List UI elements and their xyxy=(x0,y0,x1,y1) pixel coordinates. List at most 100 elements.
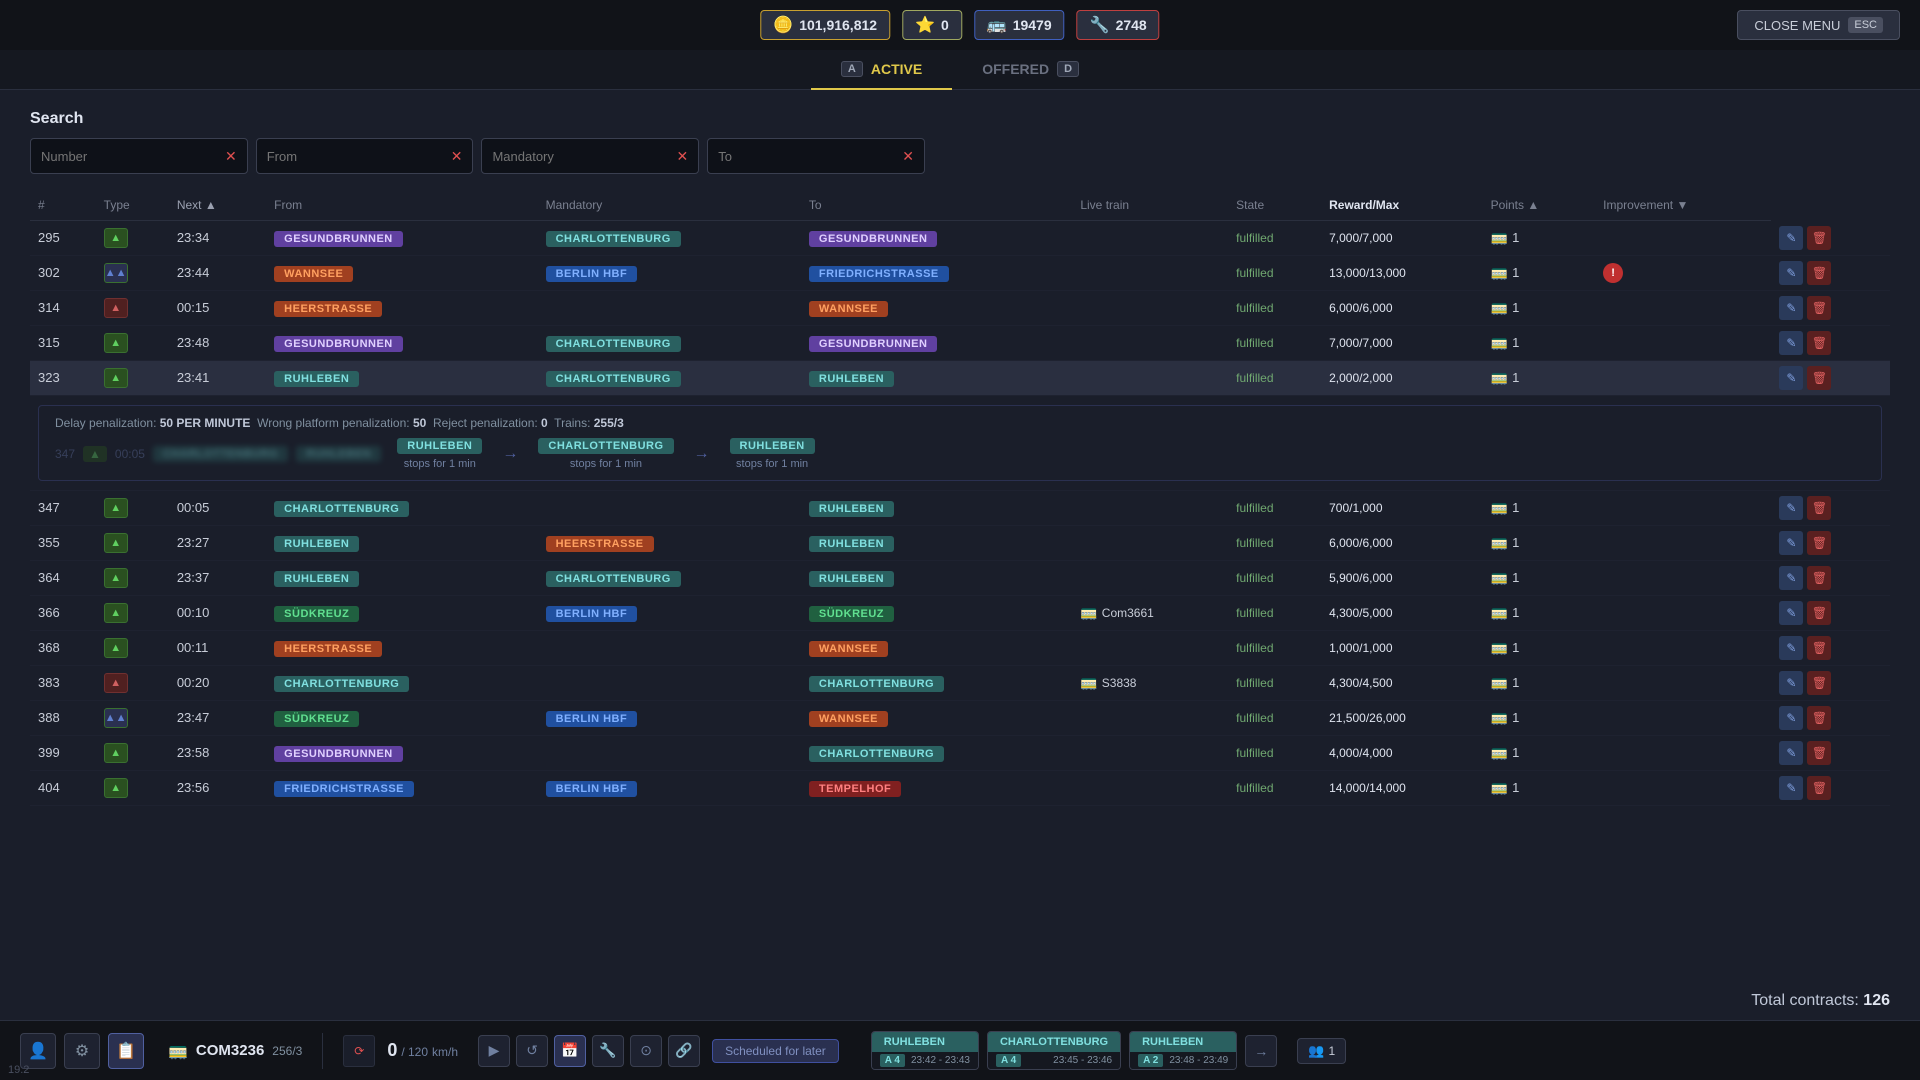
number-filter[interactable]: ✕ xyxy=(30,138,248,174)
tab-offered-label: OFFERED xyxy=(982,61,1049,77)
edit-button[interactable]: ✎ xyxy=(1779,226,1803,250)
from-input[interactable] xyxy=(267,149,443,164)
row-mandatory xyxy=(538,665,801,700)
from-badge: Ruhleben xyxy=(274,536,359,552)
delete-button[interactable]: 🗑 xyxy=(1807,226,1831,250)
table-row[interactable]: 366 ▲ 00:10 Südkreuz Berlin HBF Südkreuz… xyxy=(30,595,1890,630)
delete-button[interactable]: 🗑 xyxy=(1807,636,1831,660)
passengers-icon: 👥 xyxy=(1308,1043,1324,1059)
edit-button[interactable]: ✎ xyxy=(1779,531,1803,555)
to-clear-icon[interactable]: ✕ xyxy=(894,148,914,165)
to-badge: Charlottenburg xyxy=(809,676,944,692)
delete-button[interactable]: 🗑 xyxy=(1807,331,1831,355)
nav-settings-button[interactable]: ⚙ xyxy=(64,1033,100,1069)
scheduled-status: Scheduled for later xyxy=(712,1039,839,1063)
col-next[interactable]: Next ▲ xyxy=(169,190,266,221)
row-live xyxy=(1072,255,1228,290)
col-points: Points ▲ xyxy=(1483,190,1595,221)
tab-active[interactable]: A ACTIVE xyxy=(811,50,952,90)
detail-stop-2: Charlottenburg stops for 1 min xyxy=(538,438,673,470)
edit-button[interactable]: ✎ xyxy=(1779,496,1803,520)
table-row[interactable]: 388 ▲▲ 23:47 Südkreuz Berlin HBF Wannsee… xyxy=(30,700,1890,735)
number-clear-icon[interactable]: ✕ xyxy=(217,148,237,165)
to-filter[interactable]: ✕ xyxy=(707,138,925,174)
delete-button[interactable]: 🗑 xyxy=(1807,366,1831,390)
row-points: 🚃1 xyxy=(1483,735,1595,770)
row-num: 399 xyxy=(30,735,96,770)
row-type: ▲ xyxy=(96,560,169,595)
edit-button[interactable]: ✎ xyxy=(1779,366,1803,390)
row-num: 295 xyxy=(30,221,96,256)
points-train-icon: 🚃 xyxy=(1491,299,1508,316)
edit-button[interactable]: ✎ xyxy=(1779,671,1803,695)
delete-button[interactable]: 🗑 xyxy=(1807,531,1831,555)
mandatory-clear-icon[interactable]: ✕ xyxy=(668,148,688,165)
row-num: 383 xyxy=(30,665,96,700)
delete-button[interactable]: 🗑 xyxy=(1807,776,1831,800)
target-button[interactable]: ⊙ xyxy=(630,1035,662,1067)
row-from: Südkreuz xyxy=(266,595,537,630)
delete-button[interactable]: 🗑 xyxy=(1807,261,1831,285)
table-row[interactable]: 364 ▲ 23:37 Ruhleben Charlottenburg Ruhl… xyxy=(30,560,1890,595)
row-live xyxy=(1072,290,1228,325)
tab-offered[interactable]: OFFERED D xyxy=(952,50,1109,90)
edit-button[interactable]: ✎ xyxy=(1779,296,1803,320)
row-improvement xyxy=(1595,325,1771,360)
mandatory-input[interactable] xyxy=(492,149,668,164)
table-row[interactable]: 315 ▲ 23:48 Gesundbrunnen Charlottenburg… xyxy=(30,325,1890,360)
refresh-button[interactable]: ↺ xyxy=(516,1035,548,1067)
tools-button[interactable]: 🔧 xyxy=(592,1035,624,1067)
edit-button[interactable]: ✎ xyxy=(1779,706,1803,730)
from-filter[interactable]: ✕ xyxy=(256,138,474,174)
row-num: 315 xyxy=(30,325,96,360)
type-icon: ▲ xyxy=(104,533,128,553)
star-stat: ⭐ 0 xyxy=(902,10,962,40)
delete-button[interactable]: 🗑 xyxy=(1807,601,1831,625)
to-input[interactable] xyxy=(718,149,894,164)
edit-button[interactable]: ✎ xyxy=(1779,741,1803,765)
table-row[interactable]: 314 ▲ 00:15 Heerstraße Wannsee fulfilled… xyxy=(30,290,1890,325)
play-button[interactable]: ▶ xyxy=(478,1035,510,1067)
mandatory-filter[interactable]: ✕ xyxy=(481,138,699,174)
row-points: 🚃1 xyxy=(1483,770,1595,805)
next-stop-button[interactable]: → xyxy=(1245,1035,1277,1067)
close-menu-button[interactable]: CLOSE MENU ESC xyxy=(1737,10,1900,40)
delete-button[interactable]: 🗑 xyxy=(1807,296,1831,320)
delete-button[interactable]: 🗑 xyxy=(1807,566,1831,590)
resource2-value: 2748 xyxy=(1116,17,1147,33)
edit-button[interactable]: ✎ xyxy=(1779,636,1803,660)
edit-button[interactable]: ✎ xyxy=(1779,261,1803,285)
delete-button[interactable]: 🗑 xyxy=(1807,741,1831,765)
edit-button[interactable]: ✎ xyxy=(1779,566,1803,590)
row-to: Südkreuz xyxy=(801,595,1072,630)
edit-button[interactable]: ✎ xyxy=(1779,776,1803,800)
nav-contracts-button[interactable]: 📋 xyxy=(108,1033,144,1069)
table-row[interactable]: 295 ▲ 23:34 Gesundbrunnen Charlottenburg… xyxy=(30,221,1890,256)
row-to: Wannsee xyxy=(801,290,1072,325)
table-row[interactable]: 383 ▲ 00:20 Charlottenburg Charlottenbur… xyxy=(30,665,1890,700)
table-row-selected[interactable]: 323 ▲ 23:41 Ruhleben Charlottenburg Ruhl… xyxy=(30,360,1890,395)
number-input[interactable] xyxy=(41,149,217,164)
table-row[interactable]: 404 ▲ 23:56 Friedrichstraße Berlin HBF T… xyxy=(30,770,1890,805)
row-to: Ruhleben xyxy=(801,525,1072,560)
table-row[interactable]: 347 ▲ 00:05 Charlottenburg Ruhleben fulf… xyxy=(30,490,1890,525)
table-row[interactable]: 355 ▲ 23:27 Ruhleben Heerstraße Ruhleben… xyxy=(30,525,1890,560)
table-row[interactable]: 368 ▲ 00:11 Heerstraße Wannsee fulfilled… xyxy=(30,630,1890,665)
row-from: Ruhleben xyxy=(266,525,537,560)
from-clear-icon[interactable]: ✕ xyxy=(443,148,463,165)
col-num: # xyxy=(30,190,96,221)
schedule-button[interactable]: 📅 xyxy=(554,1035,586,1067)
table-row[interactable]: 302 ▲▲ 23:44 Wannsee Berlin HBF Friedric… xyxy=(30,255,1890,290)
delete-button[interactable]: 🗑 xyxy=(1807,706,1831,730)
delete-button[interactable]: 🗑 xyxy=(1807,671,1831,695)
row-improvement xyxy=(1595,560,1771,595)
table-row[interactable]: 399 ▲ 23:58 Gesundbrunnen Charlottenburg… xyxy=(30,735,1890,770)
row-actions: ✎🗑 xyxy=(1771,290,1890,325)
edit-button[interactable]: ✎ xyxy=(1779,331,1803,355)
from-badge: Heerstraße xyxy=(274,301,382,317)
row-state: fulfilled xyxy=(1228,665,1321,700)
row-live xyxy=(1072,560,1228,595)
link-button[interactable]: 🔗 xyxy=(668,1035,700,1067)
delete-button[interactable]: 🗑 xyxy=(1807,496,1831,520)
edit-button[interactable]: ✎ xyxy=(1779,601,1803,625)
